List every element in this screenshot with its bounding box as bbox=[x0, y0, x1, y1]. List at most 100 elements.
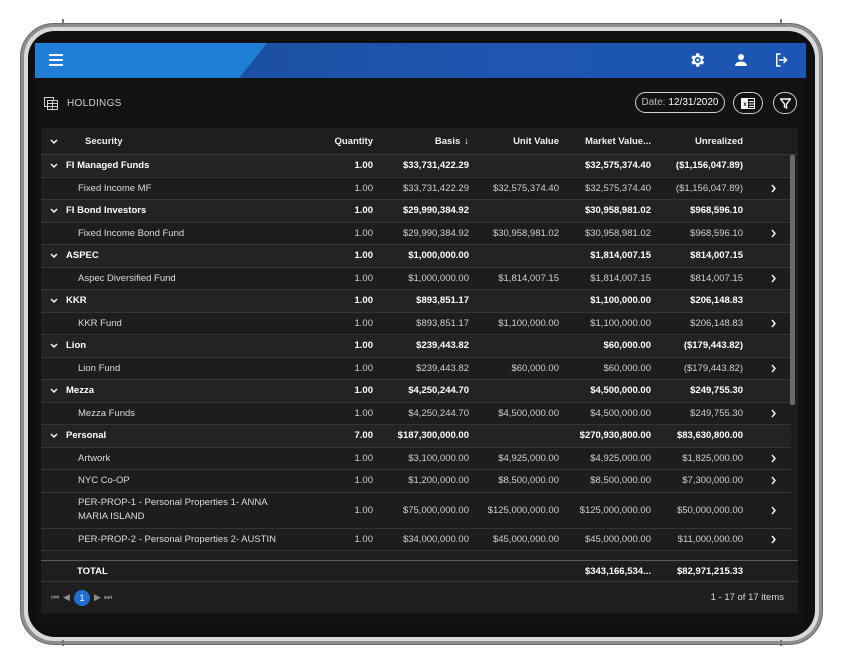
column-header-security[interactable]: Security bbox=[85, 128, 123, 155]
table-row[interactable]: Fixed Income Bond Fund 1.00 $29,990,384.92… bbox=[41, 222, 791, 245]
table-row[interactable]: Fixed Income MF 1.00 $33,731,422.29 $32,575… bbox=[41, 177, 791, 200]
cell-quantity: 1.00 bbox=[354, 272, 374, 284]
row-details-chevron-right-icon[interactable] bbox=[770, 470, 777, 492]
column-header-basis[interactable]: Basis ↓ bbox=[381, 128, 469, 155]
cell-unrealized: ($1,156,047.89) bbox=[675, 160, 743, 172]
cell-quantity: 1.00 bbox=[354, 317, 374, 329]
menu-icon[interactable] bbox=[49, 54, 63, 66]
filter-button[interactable] bbox=[773, 92, 797, 114]
group-collapse-toggle[interactable] bbox=[49, 200, 59, 222]
row-details-chevron-right-icon[interactable] bbox=[770, 403, 777, 425]
cell-unit-value bbox=[471, 200, 559, 222]
cell-unrealized: $968,596.10 bbox=[690, 227, 743, 239]
cell-quantity: 1.00 bbox=[354, 362, 374, 374]
date-selector[interactable]: Date: 12/31/2020 bbox=[635, 92, 725, 113]
excel-icon: x bbox=[741, 97, 755, 109]
cell-unrealized: ($179,443.82) bbox=[683, 340, 743, 352]
cell-unrealized: $206,148.83 bbox=[690, 317, 743, 329]
security-name: NYC Co-OP bbox=[78, 475, 130, 487]
group-collapse-toggle[interactable] bbox=[49, 380, 59, 402]
cell-basis: $29,990,384.92 bbox=[402, 227, 469, 239]
row-details-chevron-right-icon[interactable] bbox=[770, 313, 777, 335]
column-header-quantity[interactable]: Quantity bbox=[301, 128, 373, 155]
group-row[interactable]: Mezza 1.00 $4,250,244.70 $4,500,000.00 $249,… bbox=[41, 380, 791, 403]
group-row[interactable]: Personal 7.00 $187,300,000.00 $270,930,800.… bbox=[41, 425, 791, 448]
logout-icon[interactable] bbox=[773, 51, 791, 69]
group-row[interactable]: Lion 1.00 $239,443.82 $60,000.00 ($179,443.8… bbox=[41, 335, 791, 358]
cell-basis: $1,000,000.00 bbox=[408, 272, 469, 284]
cell-unrealized: $83,630,800.00 bbox=[676, 430, 743, 442]
row-details-chevron-right-icon[interactable] bbox=[770, 268, 777, 290]
cell-basis: $1,000,000.00 bbox=[408, 250, 469, 262]
expand-all-toggle[interactable] bbox=[49, 128, 59, 155]
row-details-chevron-right-icon[interactable] bbox=[770, 529, 777, 551]
cell-quantity: 1.00 bbox=[354, 295, 374, 307]
cell-market-value: $45,000,000.00 bbox=[584, 533, 651, 545]
table-row[interactable]: Lion Fund 1.00 $239,443.82 $60,000.00 $60,00… bbox=[41, 357, 791, 380]
cell-unrealized: $11,000,000.00 bbox=[677, 533, 743, 545]
security-name: PER-PROP-2 - Personal Properties 2- AUST… bbox=[78, 533, 276, 545]
grid-body: FI Managed Funds 1.00 $33,731,422.29 $32,57… bbox=[41, 155, 798, 560]
settings-gear-icon[interactable] bbox=[688, 51, 706, 69]
row-details-chevron-right-icon[interactable] bbox=[770, 223, 777, 245]
group-row[interactable]: FI Managed Funds 1.00 $33,731,422.29 $32,57… bbox=[41, 155, 791, 178]
previous-page-icon[interactable]: ◀ bbox=[63, 592, 70, 603]
scrollbar-thumb[interactable] bbox=[790, 155, 795, 405]
cell-market-value: $30,958,981.02 bbox=[584, 205, 651, 217]
grid-scrollbar[interactable] bbox=[790, 155, 795, 560]
page-number-current[interactable]: 1 bbox=[74, 590, 90, 606]
row-details-chevron-right-icon[interactable] bbox=[770, 493, 777, 528]
table-row[interactable]: PER-PROP-1 - Personal Properties 1- ANNA… bbox=[41, 492, 791, 529]
table-row[interactable]: Artwork 1.00 $3,100,000.00 $4,925,000.00 $4,… bbox=[41, 447, 791, 470]
group-name: FI Bond Investors bbox=[66, 205, 147, 217]
group-collapse-toggle[interactable] bbox=[49, 245, 59, 267]
pager-info: 1 - 17 of 17 items bbox=[710, 592, 784, 603]
table-row[interactable]: Mezza Funds 1.00 $4,250,244.70 $4,500,000.0… bbox=[41, 402, 791, 425]
column-header-unit-value[interactable]: Unit Value bbox=[471, 128, 559, 155]
row-details-chevron-right-icon[interactable] bbox=[770, 358, 777, 380]
first-page-icon[interactable]: ⏮ bbox=[51, 592, 59, 603]
chevron-down-icon bbox=[50, 343, 58, 348]
table-row[interactable]: NYC Co-OP 1.00 $1,200,000.00 $8,500,000.00 $… bbox=[41, 470, 791, 493]
group-collapse-toggle[interactable] bbox=[49, 425, 59, 447]
group-collapse-toggle[interactable] bbox=[49, 155, 59, 177]
group-row[interactable]: ASPEC 1.00 $1,000,000.00 $1,814,007.15 $814,… bbox=[41, 245, 791, 268]
total-unrealized: $82,971,215.33 bbox=[676, 565, 743, 577]
cell-unit-value: $1,100,000.00 bbox=[498, 317, 559, 329]
group-collapse-toggle[interactable] bbox=[49, 290, 59, 312]
cell-market-value: $32,575,374.40 bbox=[584, 160, 651, 172]
row-details-chevron-right-icon[interactable] bbox=[770, 448, 777, 470]
group-collapse-toggle[interactable] bbox=[49, 335, 59, 357]
cell-market-value: $4,500,000.00 bbox=[590, 407, 651, 419]
sort-descending-icon: ↓ bbox=[464, 136, 469, 147]
cell-unit-value bbox=[471, 290, 559, 312]
next-page-icon[interactable]: ▶ bbox=[94, 592, 101, 603]
row-details-chevron-right-icon[interactable] bbox=[770, 178, 777, 200]
cell-unit-value bbox=[471, 155, 559, 177]
table-row[interactable]: PER-PROP-2 - Personal Properties 2- AUST… bbox=[41, 528, 791, 551]
cell-unrealized: $814,007.15 bbox=[690, 272, 743, 284]
filter-icon bbox=[779, 97, 791, 109]
cell-unit-value: $8,500,000.00 bbox=[498, 475, 559, 487]
group-row[interactable]: FI Bond Investors 1.00 $29,990,384.92 $30,9… bbox=[41, 200, 791, 223]
group-name: Lion bbox=[66, 340, 87, 352]
frame-notch bbox=[62, 19, 64, 25]
cell-quantity: 1.00 bbox=[354, 182, 374, 194]
cell-unit-value: $32,575,374.40 bbox=[492, 182, 559, 194]
table-row[interactable]: Aspec Diversified Fund 1.00 $1,000,000.00 $… bbox=[41, 267, 791, 290]
cell-market-value: $60,000.00 bbox=[603, 362, 651, 374]
date-value: 12/31/2020 bbox=[668, 97, 719, 108]
column-header-unrealized[interactable]: Unrealized bbox=[655, 128, 743, 155]
cell-market-value: $125,000,000.00 bbox=[579, 504, 651, 516]
header-accent bbox=[35, 43, 267, 78]
cell-market-value: $8,500,000.00 bbox=[590, 475, 651, 487]
column-header-market-value[interactable]: Market Value... bbox=[561, 128, 651, 155]
table-row[interactable]: KKR Fund 1.00 $893,851.17 $1,100,000.00 $1,1… bbox=[41, 312, 791, 335]
cell-unit-value bbox=[471, 380, 559, 402]
security-name: Fixed Income MF bbox=[78, 182, 152, 194]
export-excel-button[interactable]: x bbox=[733, 92, 763, 114]
user-icon[interactable] bbox=[732, 51, 750, 69]
last-page-icon[interactable]: ⏭ bbox=[104, 592, 112, 603]
group-row[interactable]: KKR 1.00 $893,851.17 $1,100,000.00 $206,148.… bbox=[41, 290, 791, 313]
pager: ⏮ ◀ 1 ▶ ⏭ 1 - 17 of 17 items bbox=[41, 584, 798, 613]
